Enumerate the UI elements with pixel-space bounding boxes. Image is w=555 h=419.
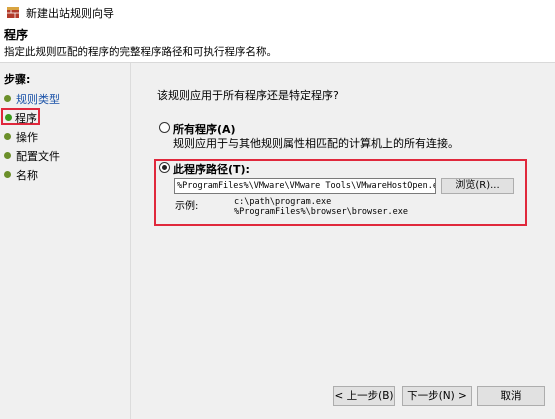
wizard-header: 程序 指定此规则匹配的程序的完整程序路径和可执行程序名称。 <box>0 24 555 63</box>
page-title: 程序 <box>4 28 29 42</box>
step-bullet-icon <box>4 152 11 159</box>
program-path-input[interactable]: %ProgramFiles%\VMware\VMware Tools\VMwar… <box>174 178 436 194</box>
step-label: 程序 <box>15 112 37 125</box>
step-bullet-icon <box>4 171 11 178</box>
title-bar: 新建出站规则向导 <box>0 0 555 24</box>
step-program[interactable]: 程序 <box>1 108 40 125</box>
cancel-button[interactable]: 取消 <box>477 386 545 406</box>
step-label: 操作 <box>16 131 38 144</box>
step-bullet-icon <box>5 114 12 121</box>
question-text: 该规则应用于所有程序还是特定程序? <box>157 89 339 102</box>
next-button[interactable]: 下一步(N) > <box>402 386 472 406</box>
window-title: 新建出站规则向导 <box>26 7 114 20</box>
firewall-app-icon <box>7 7 19 18</box>
step-bullet-icon <box>4 95 11 102</box>
example-label: 示例: <box>175 201 199 212</box>
step-rule-type[interactable]: 规则类型 <box>4 91 124 106</box>
steps-panel: 步骤: 规则类型 程序 操作 配置文件 名称 <box>0 63 131 419</box>
step-label: 名称 <box>16 169 38 182</box>
step-bullet-icon <box>4 133 11 140</box>
example-path-line: %ProgramFiles%\browser\browser.exe <box>234 207 408 217</box>
step-action: 操作 <box>4 129 124 144</box>
browse-button[interactable]: 浏览(R)... <box>441 178 514 194</box>
content-panel: 该规则应用于所有程序还是特定程序? 所有程序(A) 规则应用于与其他规则属性相匹… <box>131 63 555 419</box>
step-name: 名称 <box>4 167 124 182</box>
program-path-radio[interactable] <box>159 162 170 173</box>
steps-title: 步骤: <box>4 73 31 86</box>
all-programs-radio[interactable] <box>159 122 170 133</box>
step-label: 规则类型 <box>16 93 60 106</box>
back-button[interactable]: < 上一步(B) <box>333 386 395 406</box>
program-path-label[interactable]: 此程序路径(T): <box>173 161 250 177</box>
step-profile: 配置文件 <box>4 148 124 163</box>
example-path-line: c:\path\program.exe <box>234 197 332 207</box>
page-description: 指定此规则匹配的程序的完整程序路径和可执行程序名称。 <box>4 46 277 58</box>
all-programs-description: 规则应用于与其他规则属性相匹配的计算机上的所有连接。 <box>173 137 459 150</box>
step-label: 配置文件 <box>16 150 60 163</box>
